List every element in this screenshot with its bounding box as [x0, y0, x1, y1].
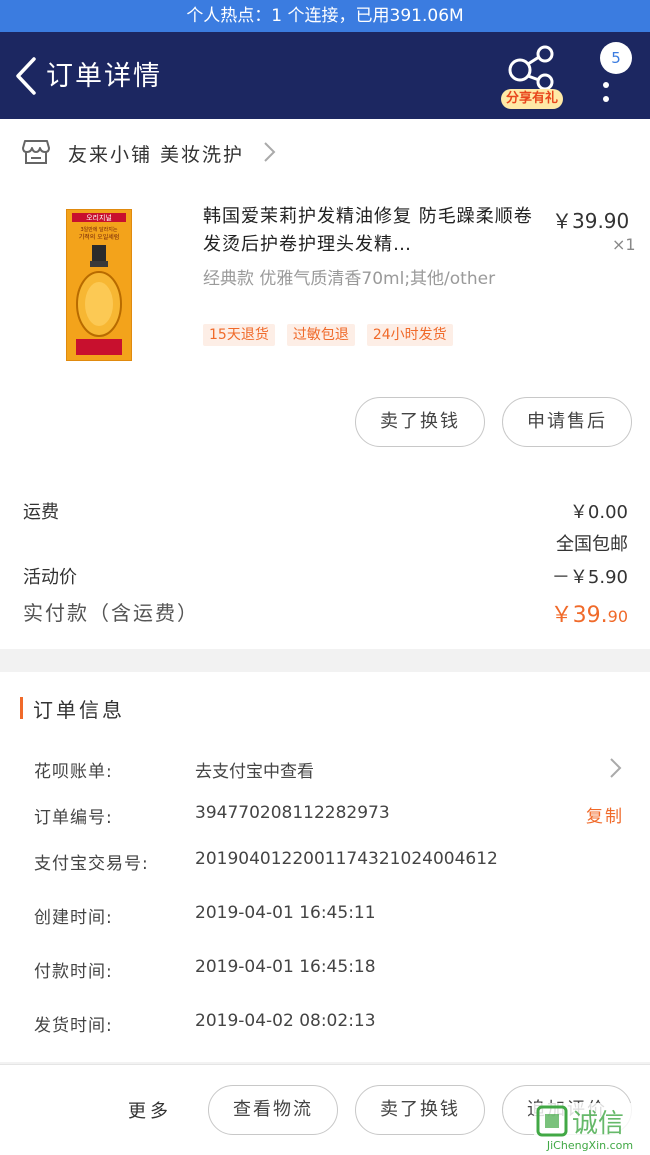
product-image-text-3: 기적의 오일세럼 — [79, 233, 120, 241]
share-button[interactable]: 分享有礼 — [500, 44, 564, 110]
back-button[interactable] — [8, 52, 44, 100]
watermark: 诚信 JiChengXin.com — [534, 1103, 646, 1155]
resell-button-bottom[interactable]: 卖了换钱 — [355, 1085, 485, 1135]
watermark-logo-icon — [536, 1105, 568, 1137]
after-sale-button[interactable]: 申请售后 — [502, 397, 632, 447]
service-tag: 15天退货 — [203, 324, 275, 346]
chevron-left-icon — [16, 57, 36, 95]
huabei-label: 花呗账单: — [34, 762, 113, 782]
section-accent-bar — [20, 697, 23, 719]
alipay-trade-value: 2019040122001174321024004612 — [195, 849, 498, 869]
shipping-note: 全国包邮 — [556, 534, 628, 555]
section-title: 订单信息 — [33, 698, 125, 722]
more-link[interactable]: 更多 — [128, 1097, 172, 1123]
page-title: 订单详情 — [46, 61, 162, 92]
paid-amount-int: ￥39. — [550, 603, 608, 628]
share-icon — [508, 45, 554, 90]
product-image-text-1: 오리지널 — [86, 213, 112, 222]
more-dot-icon — [603, 96, 609, 102]
order-number-value: 394770208112282973 — [195, 803, 390, 823]
share-reward-badge: 分享有礼 — [501, 89, 563, 109]
product-quantity: ×1 — [612, 235, 636, 254]
view-logistics-button[interactable]: 查看物流 — [208, 1085, 338, 1135]
order-info-card: 订单信息 花呗账单: 去支付宝中查看 订单编号: 394770208112282… — [0, 672, 650, 1062]
created-time-value: 2019-04-01 16:45:11 — [195, 903, 376, 923]
bottom-action-bar: 更多 查看物流 卖了换钱 追加评价 诚信 JiChengXin.com — [0, 1064, 650, 1155]
paid-time-value: 2019-04-01 16:45:18 — [195, 957, 376, 977]
watermark-url: JiChengXin.com — [546, 1139, 634, 1152]
paid-time-label: 付款时间: — [34, 962, 113, 982]
shop-row[interactable]: 友来小铺 美妆洗护 — [0, 119, 650, 187]
more-dot-icon — [603, 82, 609, 88]
product-image[interactable]: 오리지널 3일만에 달라지는 기적의 오일세럼 — [66, 209, 132, 361]
service-tags: 15天退货 过敏包退 24小时发货 — [203, 324, 453, 346]
product-title[interactable]: 韩国爱茉莉护发精油修复 防毛躁柔顺卷发烫后护卷护理头发精… — [203, 203, 548, 259]
message-count-badge: 5 — [600, 42, 632, 74]
huabei-link[interactable]: 去支付宝中查看 — [195, 757, 314, 782]
order-number-label: 订单编号: — [34, 808, 113, 828]
paid-amount-dec: 90 — [607, 607, 628, 626]
shipping-value: ￥0.00 — [569, 502, 628, 523]
chevron-right-icon[interactable] — [608, 757, 622, 779]
shipped-time-value: 2019-04-02 08:02:13 — [195, 1011, 376, 1031]
created-time-label: 创建时间: — [34, 908, 113, 928]
resell-button[interactable]: 卖了换钱 — [355, 397, 485, 447]
paid-label: 实付款（含运费） — [23, 601, 199, 625]
order-product-card: 友来小铺 美妆洗护 오리지널 3일만에 달라지는 기적의 오일세럼 韩国爱茉莉护… — [0, 119, 650, 649]
copy-button[interactable]: 复制 — [586, 802, 624, 827]
hotspot-status-bar: 个人热点：1 个连接，已用391.06M — [0, 0, 650, 32]
product-image-text-2: 3일만에 달라지는 — [81, 226, 118, 233]
paid-amount: ￥39.90 — [551, 597, 628, 629]
product-spec: 经典款 优雅气质清香70ml;其他/other — [203, 269, 496, 289]
shipped-time-label: 发货时间: — [34, 1016, 113, 1036]
shipping-label: 运费 — [23, 502, 59, 523]
service-tag: 24小时发货 — [366, 324, 453, 346]
service-tag: 过敏包退 — [286, 324, 355, 346]
discount-label: 活动价 — [23, 567, 77, 588]
alipay-trade-label: 支付宝交易号: — [34, 854, 149, 874]
discount-value: －￥5.90 — [551, 567, 628, 588]
product-price: ￥39.90 — [552, 209, 630, 233]
chevron-right-icon — [264, 142, 276, 162]
shop-name: 友来小铺 美妆洗护 — [68, 144, 245, 166]
more-menu-button[interactable]: 5 — [590, 42, 632, 114]
watermark-text: 诚信 — [572, 1109, 625, 1139]
store-icon — [22, 140, 50, 164]
nav-bar: 订单详情 分享有礼 5 — [0, 32, 650, 119]
